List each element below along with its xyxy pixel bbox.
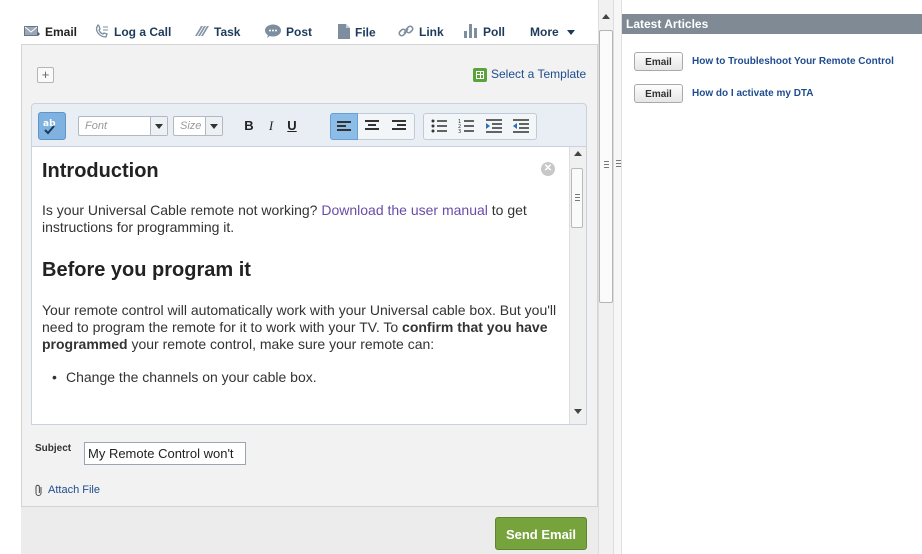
select-template-link[interactable]: Select a Template [473, 66, 586, 82]
tab-email[interactable]: Email [24, 24, 77, 40]
tab-file[interactable]: File [338, 24, 376, 40]
scroll-up-arrow[interactable] [574, 151, 582, 156]
phone-icon [95, 24, 109, 42]
align-center-icon [365, 120, 379, 132]
body-paragraph: Your remote control will automatically w… [42, 302, 557, 352]
size-select[interactable]: Size [173, 116, 223, 136]
email-article-button[interactable]: Email [634, 52, 683, 71]
article-link[interactable]: How do I activate my DTA [692, 84, 814, 103]
align-left-icon [337, 121, 351, 133]
pane-divider[interactable] [614, 0, 622, 554]
download-manual-link[interactable]: Download the user manual [321, 202, 488, 218]
indent-icon [486, 119, 502, 133]
poll-icon [464, 24, 478, 42]
email-icon [24, 25, 40, 41]
bullet-list-icon [431, 119, 447, 133]
body-bullet-item: • Change the channels on your cable box. [52, 369, 317, 385]
bullet-dot: • [52, 369, 57, 385]
body-heading-before-program: Before you program it [42, 259, 251, 281]
underline-button[interactable]: U [283, 116, 301, 136]
svg-text:ab: ab [43, 119, 56, 129]
attach-file-link[interactable]: Attach File [34, 483, 100, 497]
link-icon [398, 24, 414, 42]
tab-task[interactable]: Task [193, 24, 240, 40]
tab-post[interactable]: Post [265, 24, 312, 40]
numbered-list-icon: 123 [458, 119, 474, 135]
chevron-down-icon [150, 117, 167, 135]
send-email-button[interactable]: Send Email [495, 517, 587, 550]
italic-button[interactable]: I [263, 116, 279, 136]
align-right-icon [392, 120, 406, 132]
chat-bubble-icon [265, 24, 281, 42]
outdent-button[interactable] [510, 116, 532, 136]
editor-scroll-thumb[interactable] [571, 168, 583, 228]
bullet-list-button[interactable] [428, 116, 450, 136]
align-right-button[interactable] [387, 116, 411, 136]
numbered-list-button[interactable]: 123 [455, 116, 477, 136]
latest-articles-header: Latest Articles [622, 14, 922, 34]
email-body-editor[interactable]: Introduction Is your Universal Cable rem… [31, 147, 587, 425]
scroll-down-arrow[interactable] [574, 409, 582, 414]
email-article-button[interactable]: Email [634, 84, 683, 103]
tab-link[interactable]: Link [398, 24, 444, 40]
subject-input[interactable] [84, 442, 246, 465]
file-icon [338, 24, 350, 43]
chevron-down-icon [205, 117, 222, 135]
article-link[interactable]: How to Troubleshoot Your Remote Control [692, 52, 894, 71]
expand-button[interactable]: + [37, 67, 54, 83]
align-left-button[interactable] [330, 113, 358, 140]
indent-button[interactable] [483, 116, 505, 136]
subject-label: Subject [35, 443, 72, 454]
bold-button[interactable]: B [240, 116, 258, 136]
tab-poll[interactable]: Poll [464, 24, 505, 40]
outdent-icon [513, 119, 529, 133]
task-icon [193, 25, 209, 41]
spellcheck-button[interactable]: ab [38, 112, 66, 140]
tab-log-a-call[interactable]: Log a Call [95, 24, 171, 40]
tab-more[interactable]: More [530, 24, 576, 40]
grip-icon [616, 160, 621, 169]
publisher-tabs: Email Log a Call Task Post File Link Pol… [0, 0, 598, 44]
paperclip-icon [35, 484, 42, 496]
spellcheck-icon: ab [43, 119, 56, 135]
grip-icon [604, 161, 609, 170]
body-paragraph: Is your Universal Cable remote not worki… [42, 202, 527, 235]
align-center-button[interactable] [360, 116, 384, 136]
body-heading-introduction: Introduction [42, 160, 159, 182]
main-scroll-thumb[interactable] [599, 30, 613, 303]
template-icon [473, 67, 487, 82]
scroll-up-arrow[interactable] [602, 14, 610, 19]
svg-text:3: 3 [458, 129, 461, 133]
close-icon[interactable]: ✕ [541, 162, 555, 176]
grip-icon [575, 194, 580, 203]
font-select[interactable]: Font [78, 116, 168, 136]
email-body-content: Introduction Is your Universal Cable rem… [42, 159, 557, 386]
chevron-down-icon [567, 30, 576, 36]
